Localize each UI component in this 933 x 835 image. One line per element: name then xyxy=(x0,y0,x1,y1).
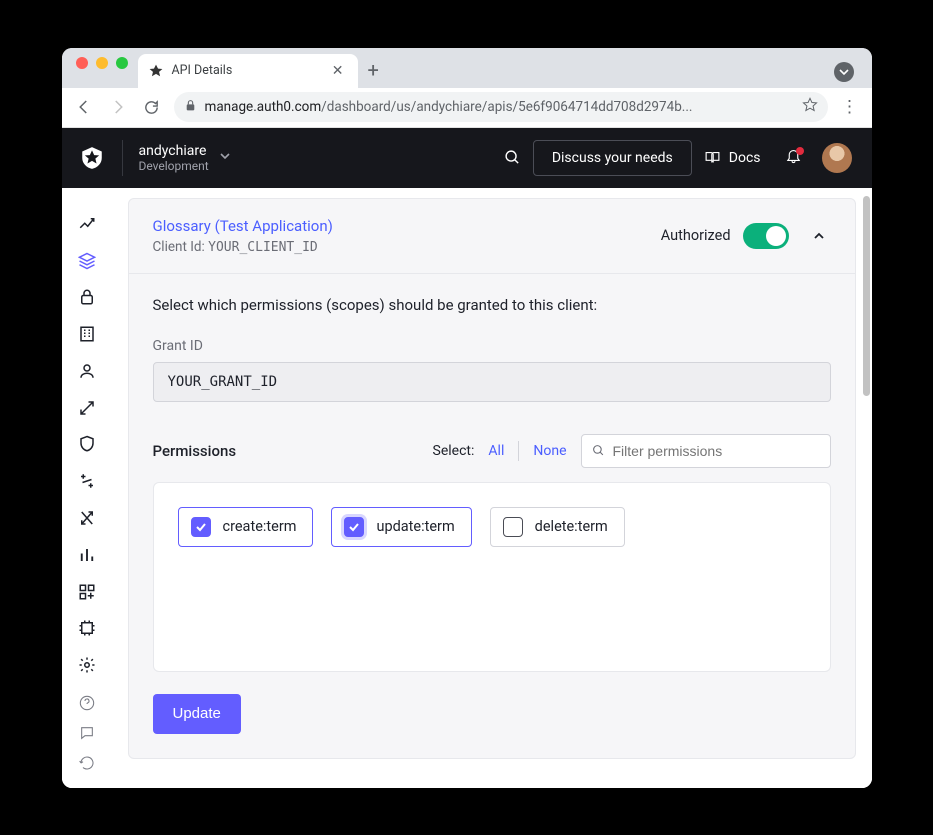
select-none-link[interactable]: None xyxy=(533,443,566,459)
sidebar xyxy=(62,188,112,788)
tab-bar: API Details ✕ + xyxy=(62,48,872,88)
filter-permissions-box[interactable] xyxy=(581,434,831,468)
docs-link[interactable]: Docs xyxy=(692,149,773,166)
scrollbar[interactable] xyxy=(863,196,870,396)
sidebar-auth[interactable] xyxy=(62,281,112,314)
checkbox-icon[interactable] xyxy=(344,517,364,537)
tab-title: API Details xyxy=(172,63,320,78)
panel-header: Glossary (Test Application) Client Id: Y… xyxy=(129,199,855,274)
browser-menu-button[interactable]: ⋮ xyxy=(838,97,862,117)
docs-label: Docs xyxy=(729,150,761,166)
tabs-overflow-button[interactable] xyxy=(834,62,854,82)
reload-button[interactable] xyxy=(140,95,164,119)
update-label: Update xyxy=(173,705,221,722)
lock-icon xyxy=(184,99,197,116)
permissions-grid: create:term update:term delete:term xyxy=(153,482,831,672)
client-panel: Glossary (Test Application) Client Id: Y… xyxy=(128,198,856,759)
filter-permissions-input[interactable] xyxy=(613,443,820,459)
checkbox-icon[interactable] xyxy=(191,517,211,537)
chevron-down-icon xyxy=(219,150,231,166)
panel-body: Select which permissions (scopes) should… xyxy=(129,274,855,758)
sidebar-history[interactable] xyxy=(62,749,112,777)
sidebar-extensions[interactable] xyxy=(62,612,112,645)
lead-text: Select which permissions (scopes) should… xyxy=(153,296,831,314)
minimize-window-button[interactable] xyxy=(96,57,108,69)
client-id-value: YOUR_CLIENT_ID xyxy=(208,240,318,255)
browser-tab[interactable]: API Details ✕ xyxy=(138,54,358,88)
sidebar-users[interactable] xyxy=(62,355,112,388)
search-icon xyxy=(592,444,605,457)
client-id-label: Client Id: xyxy=(153,239,205,255)
grant-id-field[interactable] xyxy=(153,362,831,402)
app-header: andychiare Development Discuss your need… xyxy=(62,128,872,188)
close-tab-button[interactable]: ✕ xyxy=(328,61,348,81)
browser-window: API Details ✕ + manage.auth0.com/dashboa… xyxy=(62,48,872,788)
new-tab-button[interactable]: + xyxy=(358,58,389,88)
window-controls xyxy=(70,57,138,79)
discuss-button[interactable]: Discuss your needs xyxy=(533,140,692,176)
select-label: Select: xyxy=(433,443,475,459)
client-id-row: Client Id: YOUR_CLIENT_ID xyxy=(153,239,333,255)
permission-delete-term[interactable]: delete:term xyxy=(490,507,625,547)
auth0-favicon-icon xyxy=(148,63,164,79)
main-content: Glossary (Test Application) Client Id: Y… xyxy=(112,188,872,788)
select-all-link[interactable]: All xyxy=(488,443,504,459)
address-bar[interactable]: manage.auth0.com/dashboard/us/andychiare… xyxy=(174,92,828,122)
sidebar-monitoring[interactable] xyxy=(62,538,112,571)
grant-id-label: Grant ID xyxy=(153,338,831,354)
sidebar-orgs[interactable] xyxy=(62,318,112,351)
sidebar-help[interactable] xyxy=(62,689,112,717)
search-button[interactable] xyxy=(493,149,533,166)
permission-create-term[interactable]: create:term xyxy=(178,507,314,547)
maximize-window-button[interactable] xyxy=(116,57,128,69)
tenant-env: Development xyxy=(139,159,209,173)
sidebar-branding[interactable] xyxy=(62,391,112,424)
back-button[interactable] xyxy=(72,95,96,119)
tenant-name: andychiare xyxy=(139,143,209,159)
auth0-logo-icon[interactable] xyxy=(62,145,122,171)
checkbox-icon[interactable] xyxy=(503,517,523,537)
notification-dot-icon xyxy=(796,147,804,155)
collapse-button[interactable] xyxy=(807,224,831,248)
permissions-row: Permissions Select: All None xyxy=(153,434,831,468)
discuss-label: Discuss your needs xyxy=(552,150,673,166)
permission-label: create:term xyxy=(223,518,297,535)
permission-update-term[interactable]: update:term xyxy=(331,507,471,547)
url-bar: manage.auth0.com/dashboard/us/andychiare… xyxy=(62,88,872,128)
permission-label: delete:term xyxy=(535,518,608,535)
sidebar-feedback[interactable] xyxy=(62,719,112,747)
url-text: manage.auth0.com/dashboard/us/andychiare… xyxy=(205,99,794,115)
sidebar-settings[interactable] xyxy=(62,649,112,682)
sidebar-marketplace[interactable] xyxy=(62,575,112,608)
sidebar-pipeline[interactable] xyxy=(62,502,112,535)
permission-label: update:term xyxy=(376,518,454,535)
separator xyxy=(518,441,519,461)
permissions-title: Permissions xyxy=(153,442,237,460)
user-avatar[interactable] xyxy=(822,143,852,173)
authorized-toggle[interactable] xyxy=(743,223,789,249)
sidebar-apis[interactable] xyxy=(62,244,112,277)
book-icon xyxy=(704,149,721,166)
sidebar-security[interactable] xyxy=(62,428,112,461)
bookmark-icon[interactable] xyxy=(802,97,818,117)
update-button[interactable]: Update xyxy=(153,694,241,734)
close-window-button[interactable] xyxy=(76,57,88,69)
tenant-selector[interactable]: andychiare Development xyxy=(122,140,247,176)
app-body: Glossary (Test Application) Client Id: Y… xyxy=(62,188,872,788)
forward-button[interactable] xyxy=(106,95,130,119)
application-link[interactable]: Glossary (Test Application) xyxy=(153,217,333,235)
sidebar-actions[interactable] xyxy=(62,465,112,498)
authorized-label: Authorized xyxy=(661,227,731,244)
sidebar-activity[interactable] xyxy=(62,208,112,241)
notifications-button[interactable] xyxy=(773,147,814,168)
